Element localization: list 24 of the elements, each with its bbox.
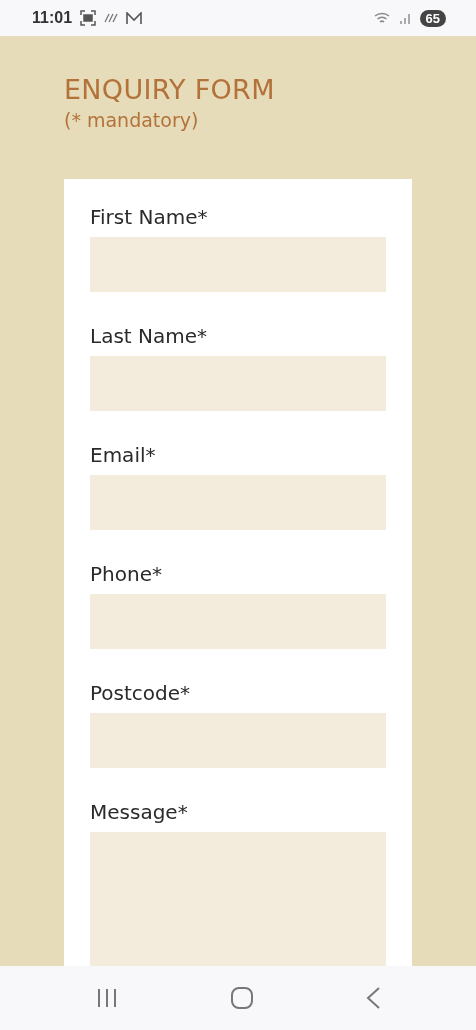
field-label: Last Name* <box>90 324 209 348</box>
message-field[interactable] <box>90 832 386 966</box>
recent-apps-icon[interactable] <box>96 988 119 1008</box>
input-field[interactable] <box>90 594 386 649</box>
input-field[interactable] <box>90 475 386 530</box>
input-field[interactable] <box>90 713 386 768</box>
screenshot-icon <box>80 10 97 26</box>
wifi-icon <box>373 11 392 25</box>
field-label: Email* <box>90 443 157 467</box>
back-icon[interactable] <box>365 987 380 1009</box>
field-label: Message* <box>90 800 189 824</box>
stripes-icon <box>104 13 119 23</box>
status-time: 11:01 <box>32 9 73 27</box>
signal-icon <box>399 12 412 24</box>
input-field[interactable] <box>90 356 386 411</box>
field-label: First Name* <box>90 205 209 229</box>
input-field[interactable] <box>90 237 386 292</box>
field-label: Postcode* <box>90 681 192 705</box>
mail-icon <box>126 11 143 25</box>
field-label: Phone* <box>90 562 163 586</box>
battery-level: 65 <box>419 9 446 27</box>
home-icon[interactable] <box>231 987 253 1009</box>
mandatory-note: (* mandatory) <box>64 109 200 131</box>
form-title: ENQUIRY FORM <box>64 74 276 105</box>
